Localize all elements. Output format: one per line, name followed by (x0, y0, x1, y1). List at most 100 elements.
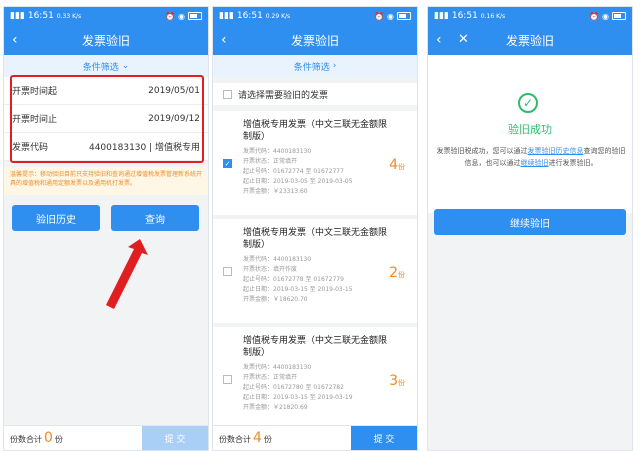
count-value: 0 (44, 430, 53, 446)
back-icon[interactable]: ‹ (221, 31, 227, 49)
invoice-numbers: 起止号码：01672774 至 01672777 (243, 168, 344, 175)
clock: 16:51 (451, 11, 478, 21)
phone-screen-success: ▮▮▮ 16:51 0.16 K/s ⏰ ◉ ‹ ✕ 发票验旧 ✓ 验旧成功 发票验旧… (427, 6, 633, 451)
chevron-down-icon: ⌄ (121, 61, 130, 71)
submit-button[interactable]: 提 交 (142, 426, 208, 450)
arrow-pointer-icon (106, 239, 148, 309)
invoice-card[interactable]: 增值税专用发票（中文三联无金额限制版） 发票代码：4400183130 开票状态… (213, 219, 417, 323)
invoice-card[interactable]: 增值税专用发票（中文三联无金额限制版） 发票代码：4400183130 开票状态… (213, 327, 417, 431)
invoice-title: 增值税专用发票（中文三联无金额限制版） (243, 120, 388, 142)
invoice-code: 发票代码：4400183130 (243, 148, 312, 155)
signal-icon: ▮▮▮ (10, 11, 25, 21)
alarm-icon: ⏰ (374, 11, 385, 21)
nav-bar: ‹ 发票验旧 (213, 25, 417, 55)
alarm-icon: ⏰ (589, 11, 600, 21)
phone-screen-select: ▮▮▮ 16:51 0.29 K/s ⏰ ◉ ‹ 发票验旧 条件筛选 › 请选择需要验旧… (212, 6, 418, 451)
count-label: 份数合计 (219, 435, 251, 444)
invoice-amount: 开票金额：￥21820.69 (243, 404, 308, 411)
select-all-label: 请选择需要验旧的发票 (238, 90, 329, 101)
invoice-card[interactable]: ✓ 增值税专用发票（中文三联无金额限制版） 发票代码：4400183130 开票… (213, 111, 417, 215)
status-bar: ▮▮▮ 16:51 0.33 K/s ⏰ ◉ (4, 7, 208, 25)
check-circle-icon: ✓ (518, 93, 538, 113)
clock: 16:51 (27, 11, 54, 21)
invoice-title: 增值税专用发票（中文三联无金额限制版） (243, 228, 388, 250)
invoice-amount: 开票金额：￥18620.70 (243, 296, 308, 303)
filter-toggle[interactable]: 条件筛选 ⌄ (4, 55, 208, 77)
invoice-state: 开票状态：填开作废 (243, 266, 298, 273)
invoice-quantity: 3份 (389, 373, 405, 389)
checkbox[interactable] (223, 375, 232, 384)
invoice-quantity: 4份 (389, 157, 405, 173)
battery-icon (397, 12, 411, 20)
battery-icon (612, 12, 626, 20)
checkbox[interactable] (223, 89, 232, 99)
page-title: 发票验旧 (505, 33, 554, 48)
clock: 16:51 (236, 11, 263, 21)
bottom-bar: 份数合计 4 份 提 交 (213, 425, 417, 450)
net-speed: 0.33 K/s (56, 12, 82, 20)
continue-link[interactable]: 继续验旧 (521, 159, 549, 167)
invoice-meta: 发票代码：4400183130 开票状态：正常填开 起止号码：01672780 … (243, 363, 353, 413)
count-unit: 份 (54, 435, 63, 444)
alarm-icon: ⏰ (165, 11, 176, 21)
filter-toggle[interactable]: 条件筛选 › (213, 55, 417, 77)
page-title: 发票验旧 (81, 33, 130, 48)
qty-value: 4 (389, 157, 398, 173)
wifi-icon: ◉ (602, 11, 609, 21)
invoice-dates: 起止日期：2019-03-15 至 2019-03-19 (243, 394, 353, 401)
invoice-quantity: 2份 (389, 265, 405, 281)
success-panel: ✓ 验旧成功 发票验旧税成功，您可以通过发票验旧历史信息查询您的验旧信息，也可以… (428, 55, 632, 213)
invoice-meta: 发票代码：4400183130 开票状态：填开作废 起止号码：01672778 … (243, 255, 353, 305)
checkbox-checked[interactable]: ✓ (223, 159, 232, 168)
back-icon[interactable]: ‹ (436, 31, 442, 49)
invoice-code: 发票代码：4400183130 (243, 364, 312, 371)
nav-bar: ‹ ✕ 发票验旧 (428, 25, 632, 55)
net-speed: 0.29 K/s (265, 12, 291, 20)
battery-icon (188, 12, 202, 20)
submit-button[interactable]: 提 交 (351, 426, 417, 450)
warm-tip: 温馨提示：移动验旧目前只支持验旧和查询通过增值税发票管理新系统开具的增值税和通用… (4, 167, 208, 195)
signal-icon: ▮▮▮ (219, 11, 234, 21)
query-button[interactable]: 查询 (111, 205, 199, 231)
bottom-bar: 份数合计 0 份 提 交 (4, 425, 208, 450)
qty-unit: 份 (398, 163, 405, 171)
status-bar: ▮▮▮ 16:51 0.29 K/s ⏰ ◉ (213, 7, 417, 25)
wifi-icon: ◉ (387, 11, 394, 21)
highlight-box (10, 75, 204, 163)
checkbox[interactable] (223, 267, 232, 276)
count-value: 4 (253, 430, 262, 446)
filter-label: 条件筛选 (293, 62, 330, 73)
success-title: 验旧成功 (508, 123, 552, 136)
invoice-state: 开票状态：正常填开 (243, 374, 298, 381)
page-title: 发票验旧 (290, 33, 339, 48)
invoice-amount: 开票金额：￥23313.60 (243, 188, 308, 195)
invoice-code: 发票代码：4400183130 (243, 256, 312, 263)
invoice-numbers: 起止号码：01672780 至 01672782 (243, 384, 344, 391)
nav-bar: ‹ 发票验旧 (4, 25, 208, 55)
invoice-title: 增值税专用发票（中文三联无金额限制版） (243, 336, 388, 358)
invoice-state: 开票状态：正常填开 (243, 158, 298, 165)
back-icon[interactable]: ‹ (12, 31, 18, 49)
close-icon[interactable]: ✕ (458, 31, 469, 49)
count-label: 份数合计 (10, 435, 42, 444)
net-speed: 0.16 K/s (480, 12, 506, 20)
select-all-row[interactable]: 请选择需要验旧的发票 (213, 83, 417, 105)
invoice-dates: 起止日期：2019-03-05 至 2019-03-05 (243, 178, 353, 185)
qty-value: 3 (389, 373, 398, 389)
qty-value: 2 (389, 265, 398, 281)
qty-unit: 份 (398, 379, 405, 387)
count-unit: 份 (263, 435, 272, 444)
phone-screen-query: ▮▮▮ 16:51 0.33 K/s ⏰ ◉ ‹ 发票验旧 条件筛选 ⌄ 开票时间起 20… (3, 6, 209, 451)
success-description: 发票验旧税成功，您可以通过发票验旧历史信息查询您的验旧信息，也可以通过继续验旧进… (436, 145, 626, 169)
qty-unit: 份 (398, 271, 405, 279)
history-link[interactable]: 发票验旧历史信息 (528, 147, 584, 155)
invoice-dates: 起止日期：2019-03-15 至 2019-03-15 (243, 286, 353, 293)
invoice-meta: 发票代码：4400183130 开票状态：正常填开 起止号码：01672774 … (243, 147, 353, 197)
filter-label: 条件筛选 (82, 62, 119, 73)
desc-text: 发票验旧税成功，您可以通过 (436, 147, 528, 155)
continue-button[interactable]: 继续验旧 (434, 209, 626, 235)
history-button[interactable]: 验旧历史 (12, 205, 100, 231)
wifi-icon: ◉ (178, 11, 185, 21)
invoice-numbers: 起止号码：01672778 至 01672779 (243, 276, 344, 283)
status-bar: ▮▮▮ 16:51 0.16 K/s ⏰ ◉ (428, 7, 632, 25)
